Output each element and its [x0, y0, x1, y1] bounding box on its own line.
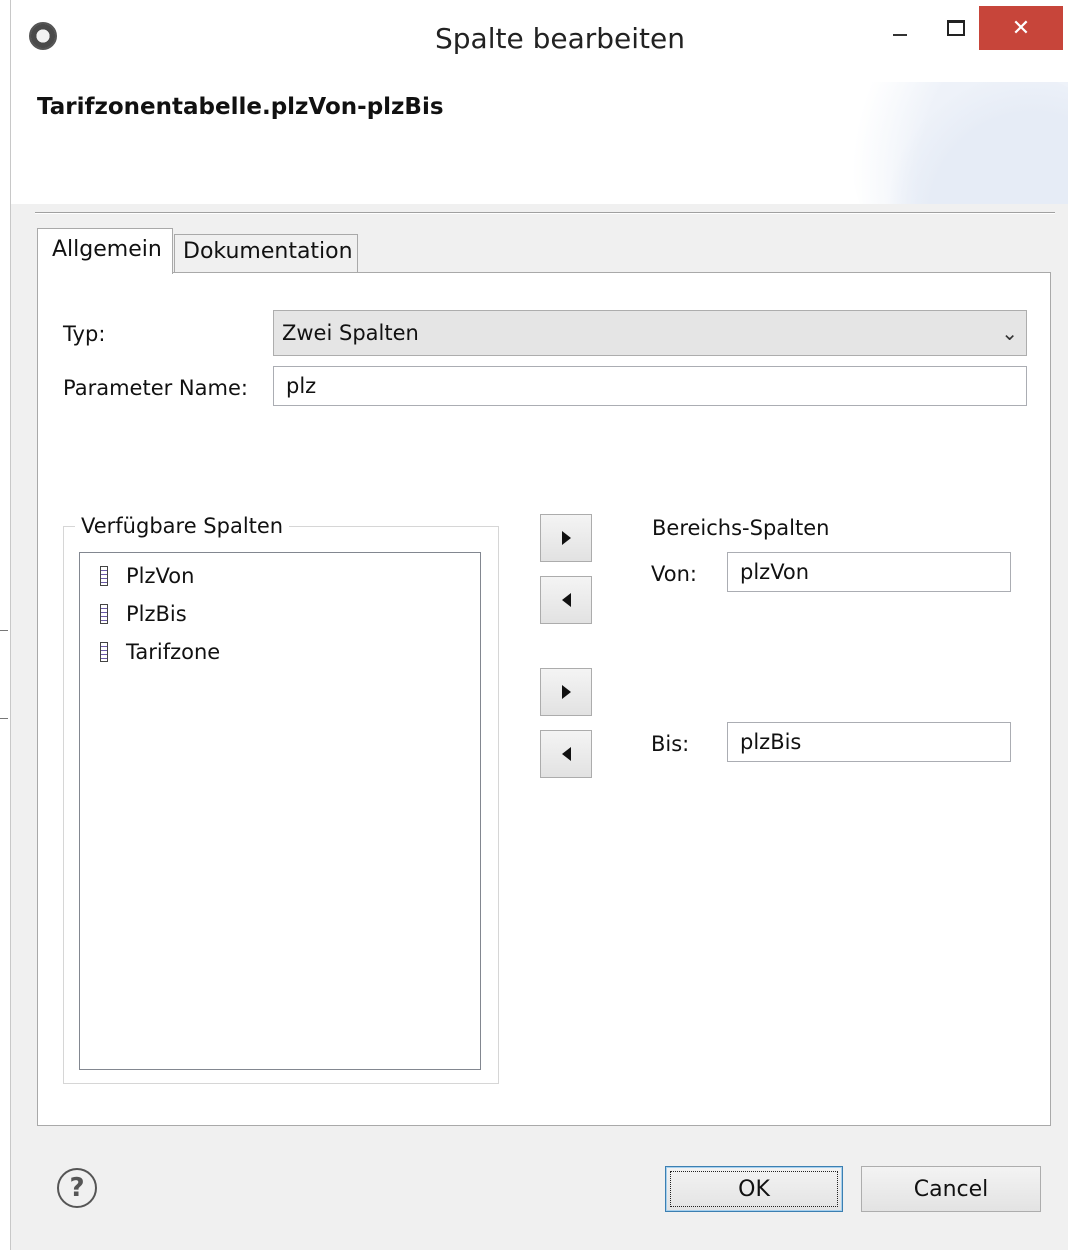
background-edge-mark [0, 718, 8, 719]
chevron-down-icon: ⌄ [1001, 321, 1018, 345]
range-columns-heading: Bereichs-Spalten [652, 516, 830, 540]
available-columns-list[interactable]: PlzVon PlzBis Tarifzone [79, 552, 481, 1070]
parameter-name-input[interactable]: plz [273, 366, 1027, 406]
von-label: Von: [651, 562, 697, 586]
parameter-name-label: Parameter Name: [63, 376, 248, 400]
list-item[interactable]: PlzBis [100, 599, 187, 629]
help-icon[interactable]: ? [57, 1168, 97, 1208]
column-icon [100, 566, 108, 586]
focus-ring [670, 1171, 838, 1207]
list-item-label: Tarifzone [126, 640, 221, 664]
header-title: Tarifzonentabelle.plzVon-plzBis [37, 94, 444, 120]
add-bis-button[interactable] [540, 668, 592, 716]
typ-label: Typ: [63, 322, 106, 346]
arrow-left-icon [561, 747, 571, 761]
von-field[interactable]: plzVon [727, 552, 1011, 592]
bis-field[interactable]: plzBis [727, 722, 1011, 762]
arrow-right-icon [561, 531, 571, 545]
typ-select[interactable]: Zwei Spalten ⌄ [273, 310, 1027, 356]
minimize-button[interactable] [877, 6, 923, 50]
column-icon [100, 642, 108, 662]
typ-select-value: Zwei Spalten [282, 321, 419, 345]
remove-von-button[interactable] [540, 576, 592, 624]
minimize-icon [893, 34, 907, 36]
close-button[interactable]: ✕ [979, 6, 1063, 50]
remove-bis-button[interactable] [540, 730, 592, 778]
column-icon [100, 604, 108, 624]
list-item[interactable]: PlzVon [100, 561, 194, 591]
tab-allgemein[interactable]: Allgemein [37, 228, 173, 274]
available-columns-legend: Verfügbare Spalten [75, 514, 290, 538]
list-item-label: PlzVon [126, 564, 195, 588]
dialog-header: Tarifzonentabelle.plzVon-plzBis [11, 82, 1068, 204]
ok-button[interactable]: OK [665, 1166, 843, 1212]
close-icon: ✕ [1011, 15, 1031, 41]
header-separator [35, 212, 1055, 214]
dialog-window: Spalte bearbeiten ✕ Tarifzonentabelle.pl… [10, 0, 1068, 1250]
arrow-right-icon [561, 685, 571, 699]
title-bar[interactable]: Spalte bearbeiten ✕ [11, 0, 1068, 82]
list-item[interactable]: Tarifzone [100, 637, 220, 667]
arrow-left-icon [561, 593, 571, 607]
maximize-button[interactable] [933, 6, 979, 50]
list-item-label: PlzBis [126, 602, 187, 626]
cancel-button[interactable]: Cancel [861, 1166, 1041, 1212]
tab-dokumentation[interactable]: Dokumentation [174, 234, 358, 272]
cancel-button-label: Cancel [913, 1176, 989, 1202]
maximize-icon [947, 20, 965, 36]
background-edge-mark [0, 630, 8, 631]
bis-label: Bis: [651, 732, 690, 756]
add-von-button[interactable] [540, 514, 592, 562]
